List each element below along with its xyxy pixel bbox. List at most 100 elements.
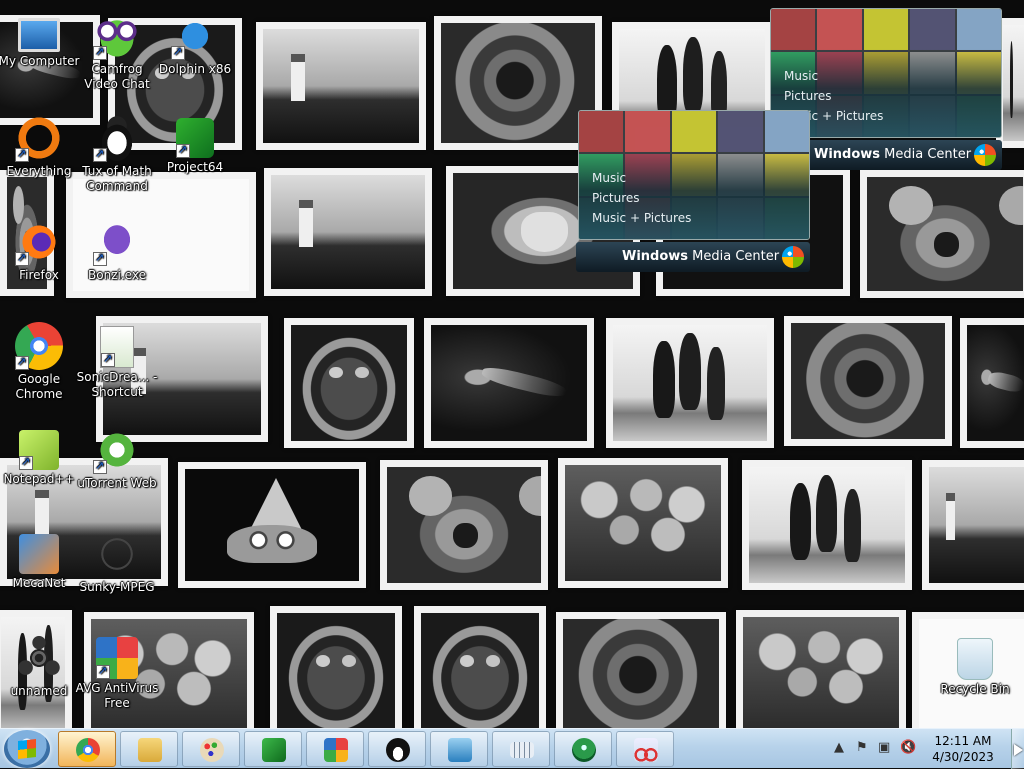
wmc-gadget[interactable]: Music Pictures Music + Pictures Windows …	[576, 110, 810, 272]
desktop-icon-label: Notepad++	[3, 472, 75, 486]
camfrog-icon	[93, 12, 141, 60]
desktop-icon-utorrent[interactable]: uTorrent Web	[75, 426, 159, 491]
folder-icon	[138, 738, 162, 762]
action-center-flag-icon[interactable]: ⚑	[856, 740, 868, 755]
clock-date: 4/30/2023	[932, 750, 994, 764]
desktop-icon-notepadpp[interactable]: Notepad++	[0, 426, 81, 487]
wallpaper-photo	[742, 460, 912, 590]
wallpaper-photo	[606, 318, 774, 448]
taskbar-button-snipping-tool[interactable]	[616, 731, 674, 767]
desktop-icon-label: AVG AntiVirus Free	[75, 681, 159, 710]
wmc-brand-bold: Windows	[622, 249, 689, 264]
desktop-icon-project64[interactable]: Project64	[153, 114, 237, 175]
shortcut-arrow-icon	[93, 146, 107, 162]
show-hidden-icons-icon[interactable]: ▲	[834, 740, 844, 755]
sunky-icon	[93, 530, 141, 578]
wmc-menu-pictures[interactable]: Pictures	[592, 188, 691, 208]
taskbar-clock[interactable]: 12:11 AM 4/30/2023	[928, 733, 998, 765]
wmc-menu-pictures[interactable]: Pictures	[784, 86, 883, 106]
wmc-menu-music[interactable]: Music	[592, 168, 691, 188]
wmc-brand-bold: Windows	[814, 147, 881, 162]
wmc-brand-rest: Media Center	[688, 249, 780, 264]
volume-muted-icon[interactable]: 🔇	[900, 740, 916, 755]
wallpaper-photo	[860, 170, 1024, 298]
desktop-icon-sunky-mpeg[interactable]: Sunky-MPEG	[75, 530, 159, 595]
desktop-icon-mecanet[interactable]: MecaNet	[0, 530, 81, 591]
desktop-icon-avg[interactable]: AVG AntiVirus Free	[75, 634, 159, 711]
recycle-bin-icon	[957, 638, 993, 680]
desktop-icon-label: Tux of Math Command	[82, 164, 152, 193]
taskbar-button-keyboard[interactable]	[492, 731, 550, 767]
wmc-menu-music[interactable]: Music	[784, 66, 883, 86]
notepadpp-icon	[19, 430, 59, 470]
desktop-icon-label: Google Chrome	[15, 372, 63, 401]
dolphin-icon	[171, 12, 219, 60]
wallpaper-photo	[434, 16, 602, 150]
shortcut-arrow-icon	[93, 250, 107, 266]
wmc-icon	[572, 738, 596, 762]
taskbar-button-chrome[interactable]	[58, 731, 116, 767]
taskbar-button-avg[interactable]	[306, 731, 364, 767]
utorrent-icon	[93, 426, 141, 474]
wallpaper-photo	[736, 610, 906, 728]
wallpaper-photo	[284, 318, 414, 448]
windows-orb-icon	[782, 246, 804, 268]
wallpaper-photo	[556, 612, 726, 728]
taskbar-button-installer[interactable]	[430, 731, 488, 767]
desktop-icon-label: Dolphin x86	[158, 62, 232, 76]
scissors-icon	[634, 738, 658, 762]
tux-icon	[93, 114, 141, 162]
desktop-icon-label: Everything	[6, 164, 72, 178]
wmc-menu: Music Pictures Music + Pictures	[592, 168, 691, 228]
wallpaper-photo	[424, 318, 594, 448]
taskbar-button-paint[interactable]	[182, 731, 240, 767]
system-tray: ▲ ⚑ ▣ 🔇 12:11 AM 4/30/2023	[830, 729, 1010, 769]
desktop-icon-firefox[interactable]: Firefox	[0, 218, 81, 283]
desktop-icon-bonzi[interactable]: Bonzi.exe	[75, 218, 159, 283]
fidget-spinner-icon	[15, 634, 63, 682]
chrome-icon	[15, 322, 63, 370]
taskbar-button-tux[interactable]	[368, 731, 426, 767]
desktop-icon-everything[interactable]: Everything	[0, 114, 81, 179]
project64-icon	[176, 118, 214, 158]
wallpaper-photo	[256, 22, 426, 150]
desktop-icon-label: SonicDrea... - Shortcut	[76, 370, 158, 399]
sonic-icon	[100, 326, 134, 368]
desktop-icon-my-computer[interactable]: My Computer	[0, 10, 81, 69]
taskbar-button-wmc[interactable]	[554, 731, 612, 767]
wmc-brand-bar[interactable]: Windows Media Center	[576, 242, 810, 272]
taskbar-button-project64[interactable]	[244, 731, 302, 767]
desktop-icon-camfrog[interactable]: Camfrog Video Chat	[75, 12, 159, 92]
wallpaper-photo	[922, 460, 1024, 590]
palette-icon	[200, 738, 224, 762]
keyboard-icon	[510, 742, 534, 758]
desktop-icon-tux-math[interactable]: Tux of Math Command	[75, 114, 159, 194]
desktop-icon-label: Recycle Bin	[940, 682, 1010, 696]
windows-start-orb-icon	[18, 739, 36, 759]
chrome-icon	[76, 738, 100, 762]
wallpaper-photo	[414, 606, 546, 728]
shortcut-arrow-icon	[96, 663, 110, 679]
wallpaper-photo	[558, 458, 728, 588]
desktop-icon-label: MecaNet	[12, 576, 66, 590]
avg-icon	[96, 637, 138, 679]
desktop-icon-dolphin[interactable]: Dolphin x86	[153, 12, 237, 77]
network-icon[interactable]: ▣	[878, 740, 890, 755]
windows-orb-icon	[974, 144, 996, 166]
desktop-icon-sonic-dreams[interactable]: SonicDrea... - Shortcut	[75, 322, 159, 400]
start-button[interactable]	[4, 730, 50, 768]
desktop-icon-unnamed[interactable]: unnamed	[0, 634, 81, 699]
desktop-icon-recycle-bin[interactable]: Recycle Bin	[933, 634, 1017, 697]
wmc-menu-music-pictures[interactable]: Music + Pictures	[592, 208, 691, 228]
desktop-icon-label: Firefox	[19, 268, 59, 282]
download-icon	[448, 738, 472, 762]
shortcut-arrow-icon	[19, 454, 33, 470]
shortcut-arrow-icon	[15, 146, 29, 162]
avg-icon	[324, 738, 348, 762]
wallpaper-photo	[178, 462, 366, 588]
taskbar-button-explorer[interactable]	[120, 731, 178, 767]
shortcut-arrow-icon	[15, 250, 29, 266]
taskbar: ▲ ⚑ ▣ 🔇 12:11 AM 4/30/2023	[0, 728, 1024, 769]
desktop-icon-chrome[interactable]: Google Chrome	[0, 322, 81, 402]
shortcut-arrow-icon	[15, 354, 29, 370]
